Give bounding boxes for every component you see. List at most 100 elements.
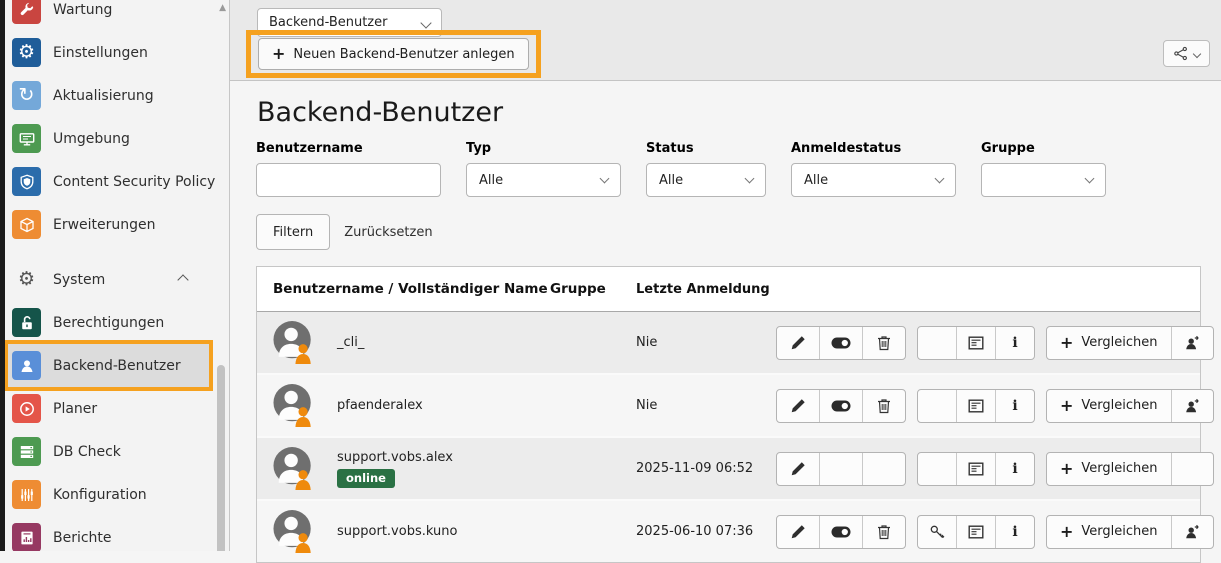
reset-password-button[interactable] <box>918 516 956 548</box>
list-button[interactable] <box>956 390 995 422</box>
sidebar-item-wartung[interactable]: Wartung <box>8 0 209 31</box>
sidebar-item-content-security-policy[interactable]: Content Security Policy <box>8 160 209 203</box>
info-button[interactable]: i <box>995 327 1034 359</box>
user-cell: pfaenderalex <box>257 383 550 428</box>
button-group-compare: + Vergleichen <box>1046 326 1214 360</box>
info-icon: i <box>1012 398 1017 414</box>
sidebar-item-planer[interactable]: Planer <box>8 387 209 430</box>
filter-button[interactable]: Filtern <box>256 214 330 250</box>
info-icon: i <box>1012 524 1017 540</box>
switch-user-icon <box>1184 524 1200 540</box>
list-button[interactable] <box>956 327 995 359</box>
switch-user-button[interactable] <box>1171 390 1213 422</box>
pencil-icon <box>790 524 806 540</box>
status-label: Status <box>646 141 766 156</box>
sidebar-item-berichte[interactable]: Berichte <box>8 516 209 551</box>
row-actions: i + Vergleichen <box>776 389 1221 423</box>
sidebar-scrollbar[interactable] <box>217 365 225 551</box>
reset-link[interactable]: Zurücksetzen <box>344 225 432 240</box>
pencil-icon <box>790 461 806 477</box>
content-area: Backend-Benutzer Benutzername Typ Alle S… <box>230 96 1221 563</box>
trash-icon <box>876 335 892 351</box>
delete-button[interactable] <box>862 327 905 359</box>
anmeldestatus-select[interactable]: Alle <box>791 163 956 197</box>
cube-icon <box>12 210 41 239</box>
typ-select[interactable]: Alle <box>466 163 621 197</box>
info-button[interactable]: i <box>995 516 1034 548</box>
new-backend-user-button[interactable]: + Neuen Backend-Benutzer anlegen <box>258 38 529 70</box>
button-group-info: i <box>917 326 1035 360</box>
main-content: Backend-Benutzer + Neuen Backend-Benutze… <box>230 0 1221 551</box>
button-group-compare: + Vergleichen <box>1046 515 1214 549</box>
toggle-active-button[interactable] <box>819 516 862 548</box>
edit-button[interactable] <box>777 390 819 422</box>
user-cell: support.vobs.kuno <box>257 509 550 554</box>
sidebar-item-db-check[interactable]: DB Check <box>8 430 209 473</box>
new-backend-user-label: Neuen Backend-Benutzer anlegen <box>293 47 514 62</box>
toggle-active-button[interactable] <box>819 390 862 422</box>
vergleichen-button[interactable]: + Vergleichen <box>1047 390 1171 422</box>
delete-button[interactable] <box>862 516 905 548</box>
sidebar-item-konfiguration[interactable]: Konfiguration <box>8 473 209 516</box>
chevron-down-icon <box>1193 49 1201 57</box>
sidebar-item-umgebung[interactable]: Umgebung <box>8 117 209 160</box>
edit-button[interactable] <box>777 453 819 485</box>
table-row: support.vobs.alex online 2025-11-09 06:5… <box>257 436 1200 499</box>
table-row: support.vobs.kuno 2025-06-10 07:36 i <box>257 499 1200 562</box>
filter-actions: Filtern Zurücksetzen <box>256 214 1201 250</box>
backend-user-table: Benutzername / Vollständiger Name Gruppe… <box>256 266 1201 563</box>
sidebar-item-aktualisierung[interactable]: ↻ Aktualisierung <box>8 74 209 117</box>
shield-icon <box>12 167 41 196</box>
benutzername-input[interactable] <box>256 163 441 197</box>
empty-slot <box>918 327 956 359</box>
sidebar-item-berechtigungen[interactable]: Berechtigungen <box>8 301 209 344</box>
delete-button[interactable] <box>862 390 905 422</box>
switch-user-button[interactable] <box>1171 327 1213 359</box>
sidebar-item-label: Einstellungen <box>53 45 148 61</box>
plus-icon: + <box>1060 524 1073 540</box>
gear-icon: ⚙ <box>12 38 41 67</box>
edit-button[interactable] <box>777 516 819 548</box>
trash-icon <box>876 398 892 414</box>
switch-user-button[interactable] <box>1171 516 1213 548</box>
vergleichen-button[interactable]: + Vergleichen <box>1047 516 1171 548</box>
username: pfaenderalex <box>337 398 423 413</box>
page-title: Backend-Benutzer <box>257 96 1201 130</box>
toggle-active-button[interactable] <box>819 327 862 359</box>
scheduler-icon <box>12 394 41 423</box>
vergleichen-button[interactable]: + Vergleichen <box>1047 453 1171 485</box>
pencil-icon <box>790 335 806 351</box>
gruppe-select[interactable] <box>981 163 1106 197</box>
info-icon: i <box>1012 461 1017 477</box>
sidebar-item-backend-benutzer[interactable]: Backend-Benutzer <box>8 344 209 387</box>
status-select[interactable]: Alle <box>646 163 766 197</box>
key-icon <box>929 524 945 540</box>
sidebar-item-erweiterungen[interactable]: Erweiterungen <box>8 203 209 246</box>
scroll-up-arrow-icon[interactable]: ▲ <box>219 2 226 14</box>
share-button[interactable] <box>1163 40 1210 67</box>
button-group-edit <box>776 389 906 423</box>
sidebar-section-label: System <box>53 272 105 288</box>
sidebar-section-system[interactable]: ⚙ System <box>8 258 209 301</box>
table-header-row: Benutzername / Vollständiger Name Gruppe… <box>257 267 1200 312</box>
avatar <box>273 446 315 491</box>
button-group-edit <box>776 452 906 486</box>
list-icon <box>968 461 984 477</box>
info-button[interactable]: i <box>995 390 1034 422</box>
pencil-icon <box>790 398 806 414</box>
row-actions: i + Vergleichen <box>776 452 1221 486</box>
wrench-icon <box>12 0 41 24</box>
gruppe-label: Gruppe <box>981 141 1106 156</box>
info-icon: i <box>1012 335 1017 351</box>
filter-anmeldestatus: Anmeldestatus Alle <box>791 141 956 197</box>
info-button[interactable]: i <box>995 453 1034 485</box>
sidebar-item-label: Aktualisierung <box>53 88 154 104</box>
sidebar-item-einstellungen[interactable]: ⚙ Einstellungen <box>8 31 209 74</box>
button-group-compare: + Vergleichen <box>1046 389 1214 423</box>
edit-button[interactable] <box>777 327 819 359</box>
list-button[interactable] <box>956 453 995 485</box>
list-button[interactable] <box>956 516 995 548</box>
monitor-icon <box>12 124 41 153</box>
vergleichen-button[interactable]: + Vergleichen <box>1047 327 1171 359</box>
avatar <box>273 509 315 554</box>
